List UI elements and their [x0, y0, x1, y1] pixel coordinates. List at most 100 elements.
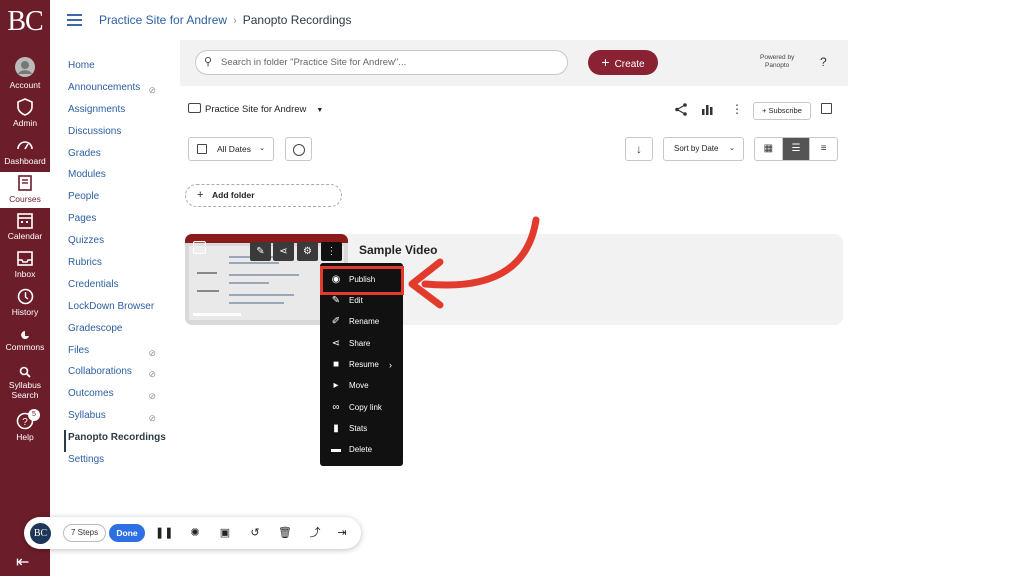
- trash-icon: ▬: [331, 444, 341, 455]
- edit-clapper-icon[interactable]: ✎: [250, 242, 271, 261]
- course-nav-home[interactable]: Home: [64, 58, 176, 80]
- add-folder-button[interactable]: + Add folder: [185, 184, 342, 207]
- course-nav-pages[interactable]: Pages: [64, 211, 176, 233]
- institution-logo[interactable]: BC: [0, 6, 50, 38]
- global-nav-help[interactable]: ? Help 5: [0, 409, 50, 442]
- course-nav-gradescope[interactable]: Gradescope: [64, 321, 176, 343]
- course-nav-label: Quizzes: [68, 235, 105, 247]
- select-session-checkbox[interactable]: [193, 241, 206, 254]
- menu-item-delete[interactable]: ▬ Delete: [320, 440, 403, 460]
- help-button[interactable]: ?: [820, 55, 827, 69]
- date-filter-dropdown[interactable]: All Dates ⌄: [188, 137, 274, 161]
- share-folder-icon[interactable]: [675, 103, 687, 116]
- menu-item-stats[interactable]: ▮ Stats: [320, 419, 403, 439]
- chevron-down-icon: ▼: [316, 107, 324, 114]
- course-nav-collaborations[interactable]: Collaborations ⊘: [64, 364, 176, 386]
- recorder-avatar[interactable]: BC: [30, 523, 51, 544]
- global-nav-label: Inbox: [14, 269, 36, 279]
- folder-stats-icon[interactable]: [702, 103, 713, 115]
- list-view-icon[interactable]: ≡: [810, 138, 837, 160]
- global-nav-label: Calendar: [7, 231, 43, 241]
- done-button[interactable]: Done: [109, 524, 145, 542]
- more-actions-icon[interactable]: ⋮: [321, 242, 342, 261]
- share-icon[interactable]: ⋖: [273, 242, 294, 261]
- detail-view-icon[interactable]: ☰: [782, 138, 811, 160]
- menu-item-share[interactable]: ⋖ Share: [320, 334, 403, 354]
- video-camera-icon: ■: [332, 359, 340, 370]
- sort-direction-button[interactable]: ↓: [625, 137, 653, 161]
- chevron-down-icon: ⌄: [729, 145, 735, 152]
- global-nav-admin[interactable]: Admin: [0, 98, 50, 128]
- skip-to-end-icon[interactable]: ⇥: [333, 525, 351, 541]
- subscribe-button[interactable]: + Subscribe: [753, 102, 811, 120]
- powered-by-panopto[interactable]: Powered by Panopto: [760, 54, 794, 70]
- collapse-nav-icon[interactable]: ⇤: [16, 552, 29, 572]
- global-nav-label: Commons: [5, 342, 45, 352]
- course-nav-rubrics[interactable]: Rubrics: [64, 255, 176, 277]
- course-menu-toggle[interactable]: [67, 14, 82, 29]
- course-nav-outcomes[interactable]: Outcomes ⊘: [64, 386, 176, 408]
- global-nav-commons[interactable]: Commons: [0, 330, 50, 352]
- course-nav-assignments[interactable]: Assignments: [64, 102, 176, 124]
- inbox-icon: [17, 251, 33, 266]
- course-nav-label: LockDown Browser: [68, 300, 155, 312]
- global-nav-dashboard[interactable]: Dashboard: [0, 136, 50, 166]
- menu-item-resume[interactable]: ■ Resume ›: [320, 355, 403, 375]
- global-nav-label: History: [11, 307, 39, 317]
- video-title[interactable]: Sample Video: [359, 243, 437, 257]
- course-nav-announcements[interactable]: Announcements ⊘: [64, 80, 176, 102]
- upload-arrow-icon[interactable]: ⤴: [306, 525, 324, 541]
- undo-icon[interactable]: ↺: [246, 525, 264, 541]
- blur-icon[interactable]: ✺: [186, 525, 204, 541]
- breadcrumb-course-link[interactable]: Practice Site for Andrew: [99, 13, 227, 27]
- global-nav-inbox[interactable]: Inbox: [0, 250, 50, 279]
- course-nav-lockdown-browser[interactable]: LockDown Browser: [64, 299, 176, 321]
- course-nav-quizzes[interactable]: Quizzes: [64, 233, 176, 255]
- duration-filter-button[interactable]: [285, 137, 312, 161]
- course-nav-label: Gradescope: [68, 322, 123, 334]
- breadcrumb-current-page: Panopto Recordings: [242, 13, 352, 27]
- course-nav-grades[interactable]: Grades: [64, 146, 176, 168]
- syllabus-search-icon: [19, 366, 31, 378]
- global-nav-history[interactable]: History: [0, 288, 50, 317]
- menu-item-label: Resume: [349, 360, 379, 369]
- menu-item-rename[interactable]: ✐ Rename: [320, 312, 403, 332]
- course-nav-syllabus[interactable]: Syllabus ⊘: [64, 408, 176, 430]
- pause-icon[interactable]: ❚❚: [155, 525, 173, 541]
- image-icon[interactable]: ▣: [216, 525, 234, 541]
- course-nav-people[interactable]: People: [64, 189, 176, 211]
- course-nav-settings[interactable]: Settings: [64, 452, 176, 474]
- global-nav-account[interactable]: Account: [0, 56, 50, 90]
- course-nav-files[interactable]: Files ⊘: [64, 343, 176, 365]
- menu-item-copy-link[interactable]: ∞ Copy link: [320, 398, 403, 418]
- search-icon: ⚲: [204, 56, 213, 68]
- course-nav-credentials[interactable]: Credentials: [64, 277, 176, 299]
- more-options-icon[interactable]: ⋮: [731, 102, 743, 116]
- global-nav-courses[interactable]: Courses: [0, 172, 50, 208]
- breadcrumb: Practice Site for Andrew › Panopto Recordi…: [99, 13, 351, 27]
- menu-item-move[interactable]: ▸ Move: [320, 376, 403, 396]
- trash-icon[interactable]: 🗑: [276, 525, 294, 541]
- course-nav-modules[interactable]: Modules: [64, 167, 176, 189]
- open-in-new-window-icon[interactable]: [821, 103, 832, 114]
- courses-book-icon: [18, 175, 32, 191]
- powered-by-line: Powered by: [760, 54, 795, 61]
- course-nav-discussions[interactable]: Discussions: [64, 124, 176, 146]
- global-nav-calendar[interactable]: Calendar: [0, 212, 50, 241]
- sort-dropdown[interactable]: Sort by Date ⌄: [663, 137, 744, 161]
- course-nav-panopto-recordings[interactable]: Panopto Recordings: [64, 430, 176, 453]
- arrow-down-icon: ↓: [636, 142, 642, 156]
- create-button[interactable]: + Create: [588, 50, 658, 75]
- global-nav-syllabus-search[interactable]: Syllabus Search: [0, 366, 50, 400]
- settings-gear-icon[interactable]: ⚙: [297, 242, 318, 261]
- search-input[interactable]: ⚲ Search in folder "Practice Site for An…: [195, 50, 568, 75]
- folder-selector[interactable]: Practice Site for Andrew ▼: [188, 103, 323, 115]
- grid-view-icon[interactable]: ▦: [755, 138, 783, 160]
- menu-item-label: Rename: [349, 317, 380, 326]
- course-nav-label: Rubrics: [68, 257, 102, 269]
- date-filter-label: All Dates: [217, 144, 252, 154]
- course-nav: Home Announcements ⊘ Assignments Discussi…: [64, 58, 176, 474]
- global-nav-label: Courses: [9, 194, 41, 204]
- menu-item-label: Edit: [349, 296, 363, 305]
- steps-counter[interactable]: 7 Steps: [63, 524, 107, 542]
